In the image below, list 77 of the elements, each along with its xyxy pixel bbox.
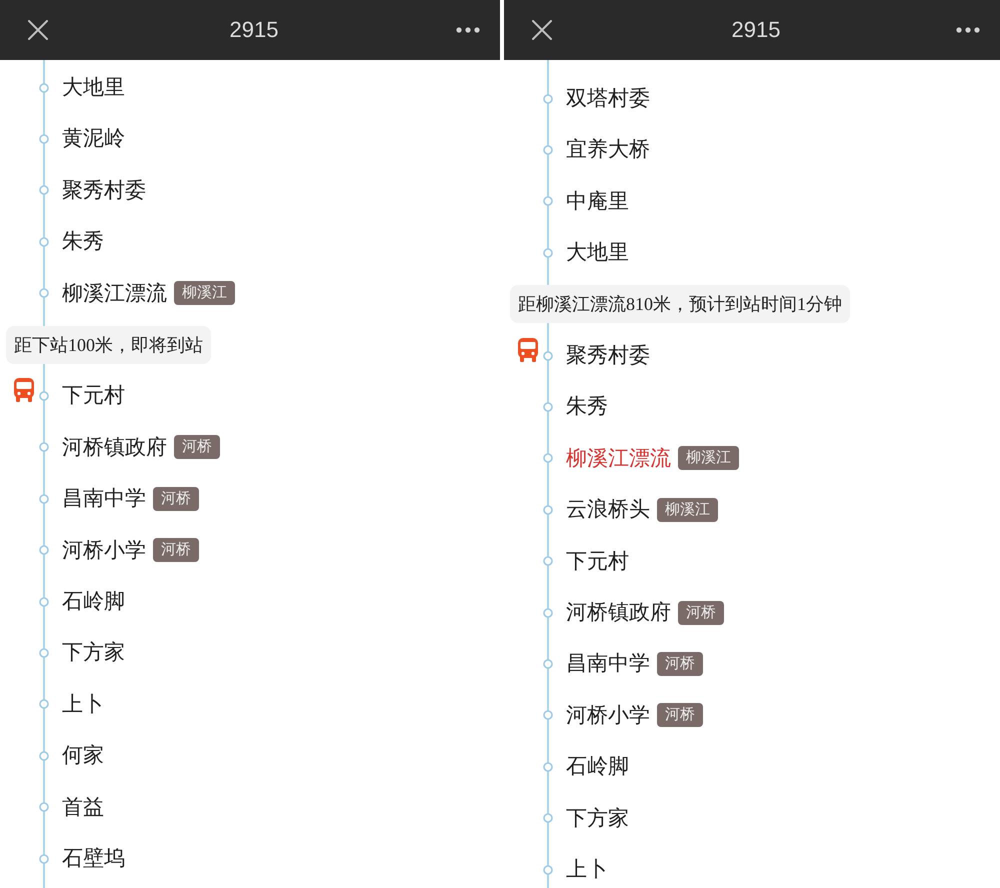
stop-name[interactable]: 聚秀村委: [62, 178, 146, 204]
more-icon[interactable]: [956, 27, 980, 33]
stop-marker-icon: [39, 596, 49, 607]
stop-marker-icon: [39, 802, 49, 812]
arrival-notice: 距下站100米，即将到站: [6, 326, 211, 364]
arrival-notice: 距柳溪江漂流810米，预计到站时间1分钟: [510, 285, 850, 324]
stop-name[interactable]: 河桥小学: [62, 538, 146, 563]
area-tag: 河桥: [657, 652, 703, 676]
stop-marker-icon: [39, 750, 49, 761]
stop-name[interactable]: 上卜: [566, 856, 608, 882]
stop-marker-icon: [543, 402, 553, 412]
stop-name[interactable]: 下方家: [62, 640, 125, 666]
stop-name[interactable]: 河桥小学: [566, 702, 650, 728]
stop-marker-icon: [39, 236, 49, 247]
stop-marker-icon: [39, 545, 49, 556]
stop-name[interactable]: 石壁坞: [62, 846, 125, 872]
stop-marker-icon: [39, 699, 49, 710]
area-tag: 河桥: [174, 435, 220, 460]
route-title: 2915: [732, 19, 780, 41]
stop-marker-icon: [543, 453, 553, 464]
stop-name[interactable]: 河桥镇政府: [566, 600, 671, 626]
stop-name[interactable]: 下方家: [566, 806, 629, 831]
stop-marker-icon: [543, 762, 553, 772]
area-tag: 柳溪江: [657, 498, 718, 522]
stop-marker-icon: [543, 813, 553, 824]
stop-name[interactable]: 石岭脚: [62, 589, 125, 614]
area-tag: 河桥: [678, 600, 724, 625]
stop-marker-icon: [39, 854, 49, 864]
stop-marker-icon: [543, 94, 553, 104]
area-tag: 柳溪江: [174, 281, 235, 306]
close-icon[interactable]: [532, 20, 552, 40]
stop-marker-icon: [543, 350, 553, 361]
stop-marker-icon: [543, 608, 553, 618]
stop-marker-icon: [543, 196, 553, 206]
stop-name[interactable]: 朱秀: [566, 394, 608, 420]
stop-marker-icon: [543, 710, 553, 720]
stop-name[interactable]: 下元村: [566, 548, 629, 574]
stop-name[interactable]: 双塔村委: [566, 86, 650, 112]
stop-name[interactable]: 大地里: [62, 75, 125, 100]
stop-marker-icon: [543, 864, 553, 875]
stop-marker-icon: [543, 248, 553, 258]
stop-name[interactable]: 聚秀村委: [566, 343, 650, 368]
stop-marker-icon: [39, 185, 49, 196]
area-tag: 柳溪江: [678, 446, 739, 470]
stop-marker-icon: [543, 145, 553, 156]
area-tag: 河桥: [153, 538, 199, 562]
stop-name[interactable]: 何家: [62, 743, 104, 768]
stop-marker-icon: [543, 556, 553, 566]
more-icon[interactable]: [456, 27, 480, 33]
stop-name[interactable]: 石岭脚: [566, 754, 629, 780]
stop-marker-icon: [543, 504, 553, 515]
stop-marker-icon: [543, 658, 553, 669]
stop-name[interactable]: 昌南中学: [566, 651, 650, 677]
route-title: 2915: [230, 19, 278, 41]
stop-marker-icon: [39, 648, 49, 658]
area-tag: 河桥: [153, 486, 199, 511]
stop-name[interactable]: 云浪桥头: [566, 497, 650, 522]
stop-marker-icon: [39, 134, 49, 144]
stop-marker-icon: [39, 288, 49, 298]
stop-name[interactable]: 上卜: [62, 692, 104, 717]
stop-marker-icon: [39, 494, 49, 504]
stop-marker-icon: [39, 82, 49, 93]
stop-name[interactable]: 昌南中学: [62, 486, 146, 512]
area-tag: 河桥: [657, 703, 703, 728]
close-icon[interactable]: [28, 20, 48, 40]
stop-name[interactable]: 河桥镇政府: [62, 434, 167, 460]
stop-name[interactable]: 首益: [62, 794, 104, 820]
stop-name[interactable]: 黄泥岭: [62, 126, 125, 152]
stop-marker-icon: [39, 442, 49, 452]
stop-marker-icon: [39, 391, 49, 402]
stop-name[interactable]: 柳溪江漂流: [566, 446, 671, 472]
stop-name[interactable]: 大地里: [566, 240, 629, 266]
stop-name[interactable]: 中庵里: [566, 188, 629, 214]
stop-name[interactable]: 宜养大桥: [566, 137, 650, 163]
stop-name[interactable]: 朱秀: [62, 229, 104, 254]
stop-name[interactable]: 柳溪江漂流: [62, 280, 167, 306]
stop-name[interactable]: 下元村: [62, 383, 125, 409]
